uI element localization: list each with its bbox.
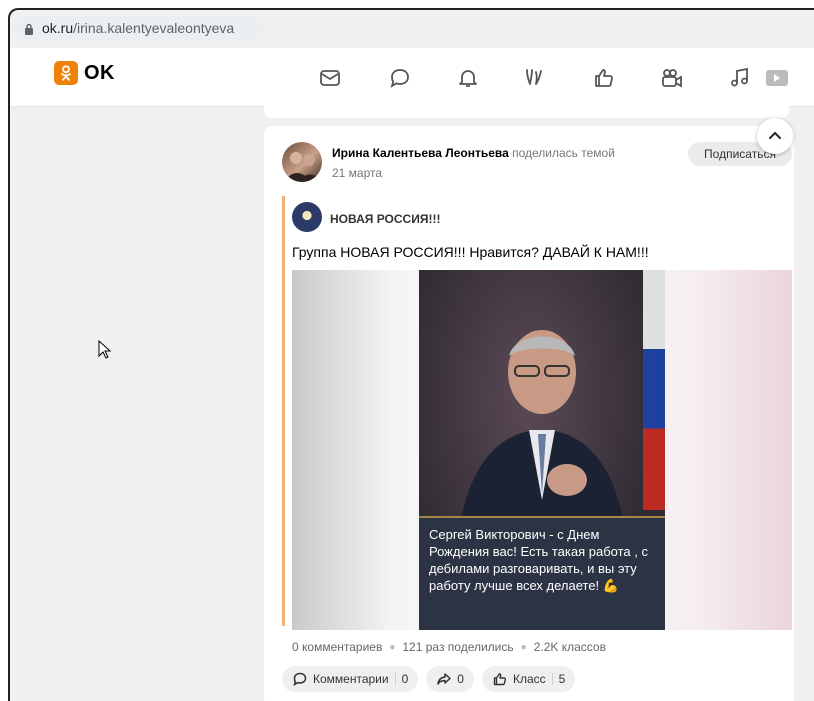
post-header: Ирина Калентьева Леонтьева поделилась те…	[332, 146, 615, 160]
lock-icon	[24, 22, 34, 35]
share-button-count: 0	[457, 672, 464, 686]
ok-logo[interactable]: OK	[54, 61, 115, 85]
site-header: OK	[10, 48, 814, 107]
person-silhouette	[457, 330, 627, 550]
likes-count[interactable]: 2.2K классов	[534, 640, 606, 654]
separator-dot: ●	[389, 641, 396, 653]
repost-quote-bar	[282, 196, 285, 626]
logo-text: OK	[84, 61, 115, 84]
image-caption: Сергей Викторович - с Днем Рождения вас!…	[419, 516, 665, 630]
post-image[interactable]: Сергей Викторович - с Днем Рождения вас!…	[292, 270, 792, 630]
comments-button[interactable]: Комментарии 0	[282, 666, 419, 692]
like-button[interactable]: Класс 5	[481, 666, 576, 692]
feed-post: Ирина Калентьева Леонтьева поделилась те…	[264, 118, 794, 701]
thumbs-up-icon	[493, 673, 506, 686]
pill-divider	[394, 673, 396, 685]
guests-icon[interactable]	[522, 66, 546, 90]
play-icon[interactable]	[764, 66, 788, 90]
shares-count[interactable]: 121 раз поделились	[402, 640, 513, 654]
mail-icon[interactable]	[318, 66, 342, 90]
share-button[interactable]: 0	[426, 666, 474, 692]
post-date: 21 марта	[332, 166, 383, 180]
chat-icon[interactable]	[388, 66, 412, 90]
comments-count[interactable]: 0 комментариев	[292, 640, 382, 654]
post-actions: Комментарии 0 0 Класс 5	[282, 666, 576, 692]
post-stats: 0 комментариев ● 121 раз поделились ● 2.…	[292, 640, 606, 654]
group-name[interactable]: НОВАЯ РОССИЯ!!!	[330, 212, 440, 226]
like-button-count: 5	[558, 672, 566, 686]
video-icon[interactable]	[660, 66, 684, 90]
previous-post-bottom	[264, 106, 789, 118]
author-name[interactable]: Ирина Калентьева Леонтьева	[332, 146, 509, 160]
scroll-to-top-button[interactable]	[757, 118, 793, 154]
flag-graphic	[643, 270, 665, 510]
url-path: /irina.kalentyevaleontyeva	[73, 20, 235, 36]
left-sidebar	[10, 106, 264, 701]
comments-button-count: 0	[401, 672, 409, 686]
post-text: Группа НОВАЯ РОССИЯ!!! Нравится? ДАВАЙ К…	[292, 244, 649, 260]
post-action: поделилась темой	[512, 146, 615, 160]
browser-window: ok.ru/irina.kalentyevaleontyeva OK Ирина…	[8, 8, 814, 701]
address-bar[interactable]: ok.ru/irina.kalentyevaleontyeva	[14, 16, 264, 40]
author-avatar[interactable]	[282, 142, 322, 182]
share-icon	[437, 673, 452, 685]
like-label: Класс	[512, 672, 546, 686]
like-icon[interactable]	[592, 66, 616, 90]
pill-divider	[551, 673, 553, 685]
url-host: ok.ru	[42, 20, 74, 36]
group-avatar[interactable]	[292, 202, 322, 232]
separator-dot: ●	[520, 641, 527, 653]
mouse-cursor-icon	[98, 340, 112, 359]
bell-icon[interactable]	[456, 66, 480, 90]
music-icon[interactable]	[728, 66, 752, 90]
comments-label: Комментарии	[313, 672, 389, 686]
chevron-up-icon	[769, 131, 781, 139]
portrait-photo: Сергей Викторович - с Днем Рождения вас!…	[419, 270, 665, 630]
ok-logo-icon	[54, 61, 78, 85]
comment-icon	[293, 672, 307, 687]
